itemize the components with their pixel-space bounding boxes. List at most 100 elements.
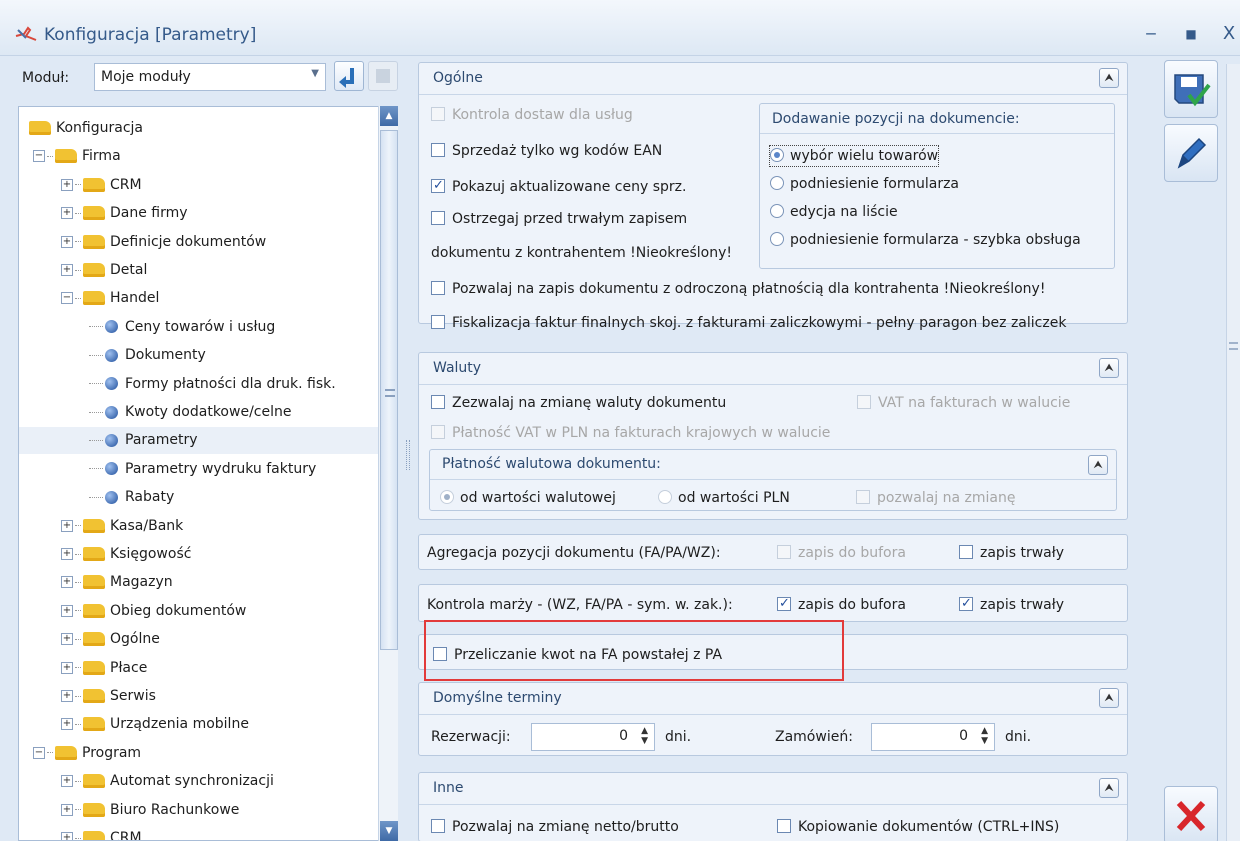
tree-item[interactable]: + Biuro Rachunkowe: [19, 797, 385, 824]
agregacja-trwaly-checkbox[interactable]: zapis trwały: [959, 543, 1064, 563]
tree-item[interactable]: + Płace: [19, 655, 385, 682]
folder-icon: [55, 149, 77, 164]
group-terminy-header: Domyślne terminy ⮝: [419, 683, 1127, 715]
expand-icon[interactable]: −: [61, 292, 73, 305]
radio-wybor-wielu[interactable]: wybór wielu towarów: [768, 145, 940, 167]
radio-od-walutowej[interactable]: od wartości walutowej: [440, 488, 616, 508]
save-button[interactable]: [1164, 60, 1218, 118]
close-window-button[interactable]: X: [1218, 24, 1240, 44]
tree-item[interactable]: Formy płatności dla druk. fisk.: [19, 371, 385, 398]
tree-item[interactable]: − Firma: [19, 143, 385, 170]
module-back-button[interactable]: [334, 61, 364, 91]
pozwalaj-zapis-checkbox[interactable]: Pozwalaj na zapis dokumentu z odroczoną …: [431, 279, 1045, 299]
tree-item[interactable]: Dokumenty: [19, 342, 385, 369]
tree-item[interactable]: + Urządzenia mobilne: [19, 711, 385, 738]
scroll-up-button[interactable]: ▲: [380, 106, 398, 126]
tree-item[interactable]: + Dane firmy: [19, 200, 385, 227]
fiskalizacja-checkbox[interactable]: Fiskalizacja faktur finalnych skoj. z fa…: [431, 313, 1066, 333]
radio-podniesienie[interactable]: podniesienie formularza: [770, 174, 959, 194]
tree-item[interactable]: Konfiguracja: [19, 115, 385, 142]
radio-edycja-lista[interactable]: edycja na liście: [770, 202, 898, 222]
tree-item[interactable]: + Obieg dokumentów: [19, 598, 385, 625]
tree-item[interactable]: + Serwis: [19, 683, 385, 710]
tree-item[interactable]: + Definicje dokumentów: [19, 229, 385, 256]
cancel-button[interactable]: [1164, 786, 1218, 841]
pokazuj-ceny-checkbox[interactable]: Pokazuj aktualizowane ceny sprz.: [431, 176, 686, 197]
vat-walucie-checkbox[interactable]: VAT na fakturach w walucie: [857, 393, 1070, 413]
tree-item-label: Konfiguracja: [56, 120, 144, 136]
expand-icon[interactable]: +: [61, 178, 73, 191]
zezwalaj-zmiane-waluty-checkbox[interactable]: Zezwalaj na zmianę waluty dokumentu: [431, 393, 726, 413]
kopiowanie-checkbox[interactable]: Kopiowanie dokumentów (CTRL+INS): [777, 817, 1059, 837]
expand-icon[interactable]: −: [33, 746, 45, 759]
scroll-thumb[interactable]: [380, 130, 398, 650]
tree-item[interactable]: Kwoty dodatkowe/celne: [19, 399, 385, 426]
tree-item[interactable]: + Magazyn: [19, 569, 385, 596]
zamowien-input[interactable]: 0 ▲ ▼: [871, 723, 995, 751]
radio-od-pln[interactable]: od wartości PLN: [658, 488, 790, 508]
edit-button[interactable]: [1164, 124, 1218, 182]
ostrzegaj-label-2: dokumentu z kontrahentem !Nieokreślony!: [431, 245, 732, 261]
marza-trwaly-checkbox[interactable]: zapis trwały: [959, 594, 1064, 615]
tree-item[interactable]: Parametry: [19, 427, 385, 455]
marza-bufor-checkbox[interactable]: zapis do bufora: [777, 594, 906, 615]
collapse-ogolne-button[interactable]: ⮝: [1099, 68, 1119, 88]
kontrola-marzy-label: Kontrola marży - (WZ, FA/PA - sym. w. za…: [427, 597, 733, 613]
spin-icon[interactable]: ▲ ▼: [981, 726, 988, 746]
tree-item[interactable]: Parametry wydruku faktury: [19, 456, 385, 483]
spin-icon[interactable]: ▲ ▼: [641, 726, 648, 746]
expand-icon[interactable]: +: [61, 264, 73, 276]
expand-icon[interactable]: −: [33, 150, 45, 163]
maximize-button[interactable]: ■: [1180, 24, 1202, 44]
expand-icon[interactable]: +: [61, 832, 73, 840]
pen-icon: [1177, 137, 1207, 169]
tree-item[interactable]: + Ogólne: [19, 626, 385, 653]
expand-icon[interactable]: +: [61, 633, 73, 646]
tree-item[interactable]: − Handel: [19, 285, 385, 312]
panel-splitter[interactable]: [406, 440, 410, 470]
tree-item[interactable]: + CRM: [19, 172, 385, 199]
tree-item[interactable]: + Detal: [19, 257, 385, 284]
group-inne: Inne ⮝ Pozwalaj na zmianę netto/brutto K…: [418, 772, 1128, 841]
pozwalaj-zmiane-checkbox[interactable]: pozwalaj na zmianę: [856, 488, 1015, 508]
tree-item[interactable]: Ceny towarów i usług: [19, 314, 385, 341]
tree-item[interactable]: + Kasa/Bank: [19, 513, 385, 540]
minimize-button[interactable]: ‒: [1140, 24, 1162, 44]
scroll-down-button[interactable]: ▼: [380, 821, 398, 841]
tree-item[interactable]: + Księgowość: [19, 541, 385, 568]
platnosc-vat-checkbox[interactable]: Płatność VAT w PLN na fakturach krajowyc…: [431, 423, 830, 443]
content-scrollbar[interactable]: [1226, 64, 1240, 841]
expand-icon[interactable]: +: [61, 519, 73, 532]
group-waluty-title: Waluty: [433, 360, 482, 376]
module-forward-button[interactable]: [368, 61, 398, 91]
expand-icon[interactable]: +: [61, 661, 73, 674]
expand-icon[interactable]: +: [61, 548, 73, 560]
tree-item[interactable]: + Automat synchronizacji: [19, 768, 385, 795]
module-select[interactable]: Moje moduły ▼: [94, 63, 326, 91]
expand-icon[interactable]: +: [61, 775, 73, 788]
radio-szybka-obsluga[interactable]: podniesienie formularza - szybka obsługa: [770, 230, 1081, 250]
collapse-waluty-button[interactable]: ⮝: [1099, 358, 1119, 378]
expand-icon[interactable]: +: [61, 718, 73, 731]
expand-icon[interactable]: +: [61, 235, 73, 248]
expand-icon[interactable]: +: [61, 207, 73, 220]
netto-brutto-checkbox[interactable]: Pozwalaj na zmianę netto/brutto: [431, 817, 679, 837]
group-kontrola-marzy: Kontrola marży - (WZ, FA/PA - sym. w. za…: [418, 584, 1128, 622]
expand-icon[interactable]: +: [61, 604, 73, 617]
collapse-platnosc-button[interactable]: ⮝: [1088, 455, 1108, 475]
collapse-terminy-button[interactable]: ⮝: [1099, 688, 1119, 708]
ostrzegaj-checkbox[interactable]: Ostrzegaj przed trwałym zapisem: [431, 209, 687, 229]
collapse-inne-button[interactable]: ⮝: [1099, 778, 1119, 798]
tree-item[interactable]: Rabaty: [19, 484, 385, 511]
tree-scrollbar[interactable]: ▲ ▼: [378, 106, 398, 841]
group-waluty-header: Waluty ⮝: [419, 353, 1127, 385]
kontrola-dostaw-checkbox[interactable]: Kontrola dostaw dla usług: [431, 105, 633, 125]
tree-item[interactable]: + CRM: [19, 825, 385, 840]
sprzedaz-ean-checkbox[interactable]: Sprzedaż tylko wg kodów EAN: [431, 141, 662, 161]
agregacja-bufor-checkbox[interactable]: zapis do bufora: [777, 543, 906, 563]
rezerwacji-input[interactable]: 0 ▲ ▼: [531, 723, 655, 751]
expand-icon[interactable]: +: [61, 576, 73, 589]
tree-item[interactable]: − Program: [19, 740, 385, 767]
expand-icon[interactable]: +: [61, 803, 73, 816]
expand-icon[interactable]: +: [61, 690, 73, 702]
